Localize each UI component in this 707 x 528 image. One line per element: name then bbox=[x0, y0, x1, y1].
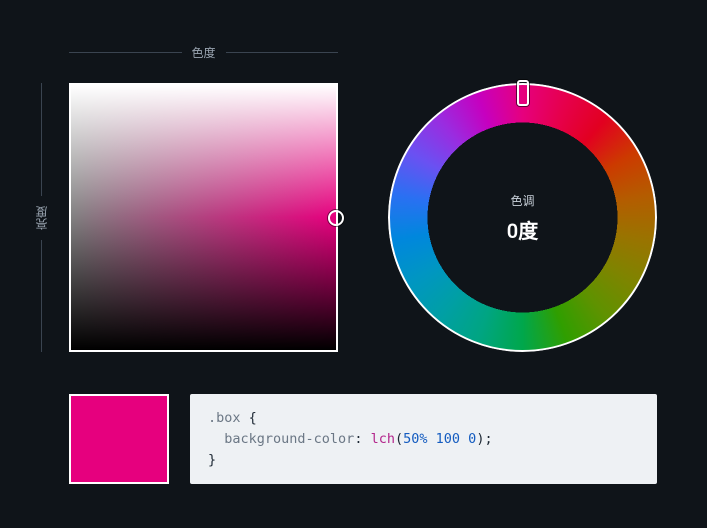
code-open-paren: ( bbox=[395, 431, 403, 447]
axis-line bbox=[226, 52, 339, 53]
hue-ring-container: 色调 0度 bbox=[388, 83, 657, 352]
axis-line bbox=[41, 83, 42, 196]
chroma-axis: 色度 bbox=[69, 44, 338, 61]
chroma-axis-label: 色度 bbox=[192, 44, 216, 61]
lightness-axis: 亮度 bbox=[35, 83, 47, 352]
code-arg-c: 100 bbox=[436, 431, 460, 447]
code-indent bbox=[208, 431, 224, 447]
code-colon: : bbox=[354, 431, 370, 447]
code-selector: .box bbox=[208, 410, 241, 426]
picker-handle-icon bbox=[328, 210, 344, 226]
code-arg-l: 50% bbox=[403, 431, 427, 447]
axis-line bbox=[69, 52, 182, 53]
code-close-brace: } bbox=[208, 452, 216, 468]
code-close-paren: ); bbox=[476, 431, 492, 447]
chroma-lightness-picker[interactable] bbox=[69, 83, 338, 352]
code-open-brace: { bbox=[241, 410, 257, 426]
css-code-panel: .box { background-color: lch(50% 100 0);… bbox=[190, 394, 657, 484]
axis-line bbox=[41, 240, 42, 353]
code-sp2 bbox=[460, 431, 468, 447]
lightness-axis-label: 亮度 bbox=[33, 206, 50, 230]
code-sp1 bbox=[428, 431, 436, 447]
hue-ring[interactable] bbox=[388, 83, 657, 352]
color-swatch bbox=[69, 394, 169, 484]
code-property: background-color bbox=[224, 431, 354, 447]
code-func: lch bbox=[371, 431, 395, 447]
